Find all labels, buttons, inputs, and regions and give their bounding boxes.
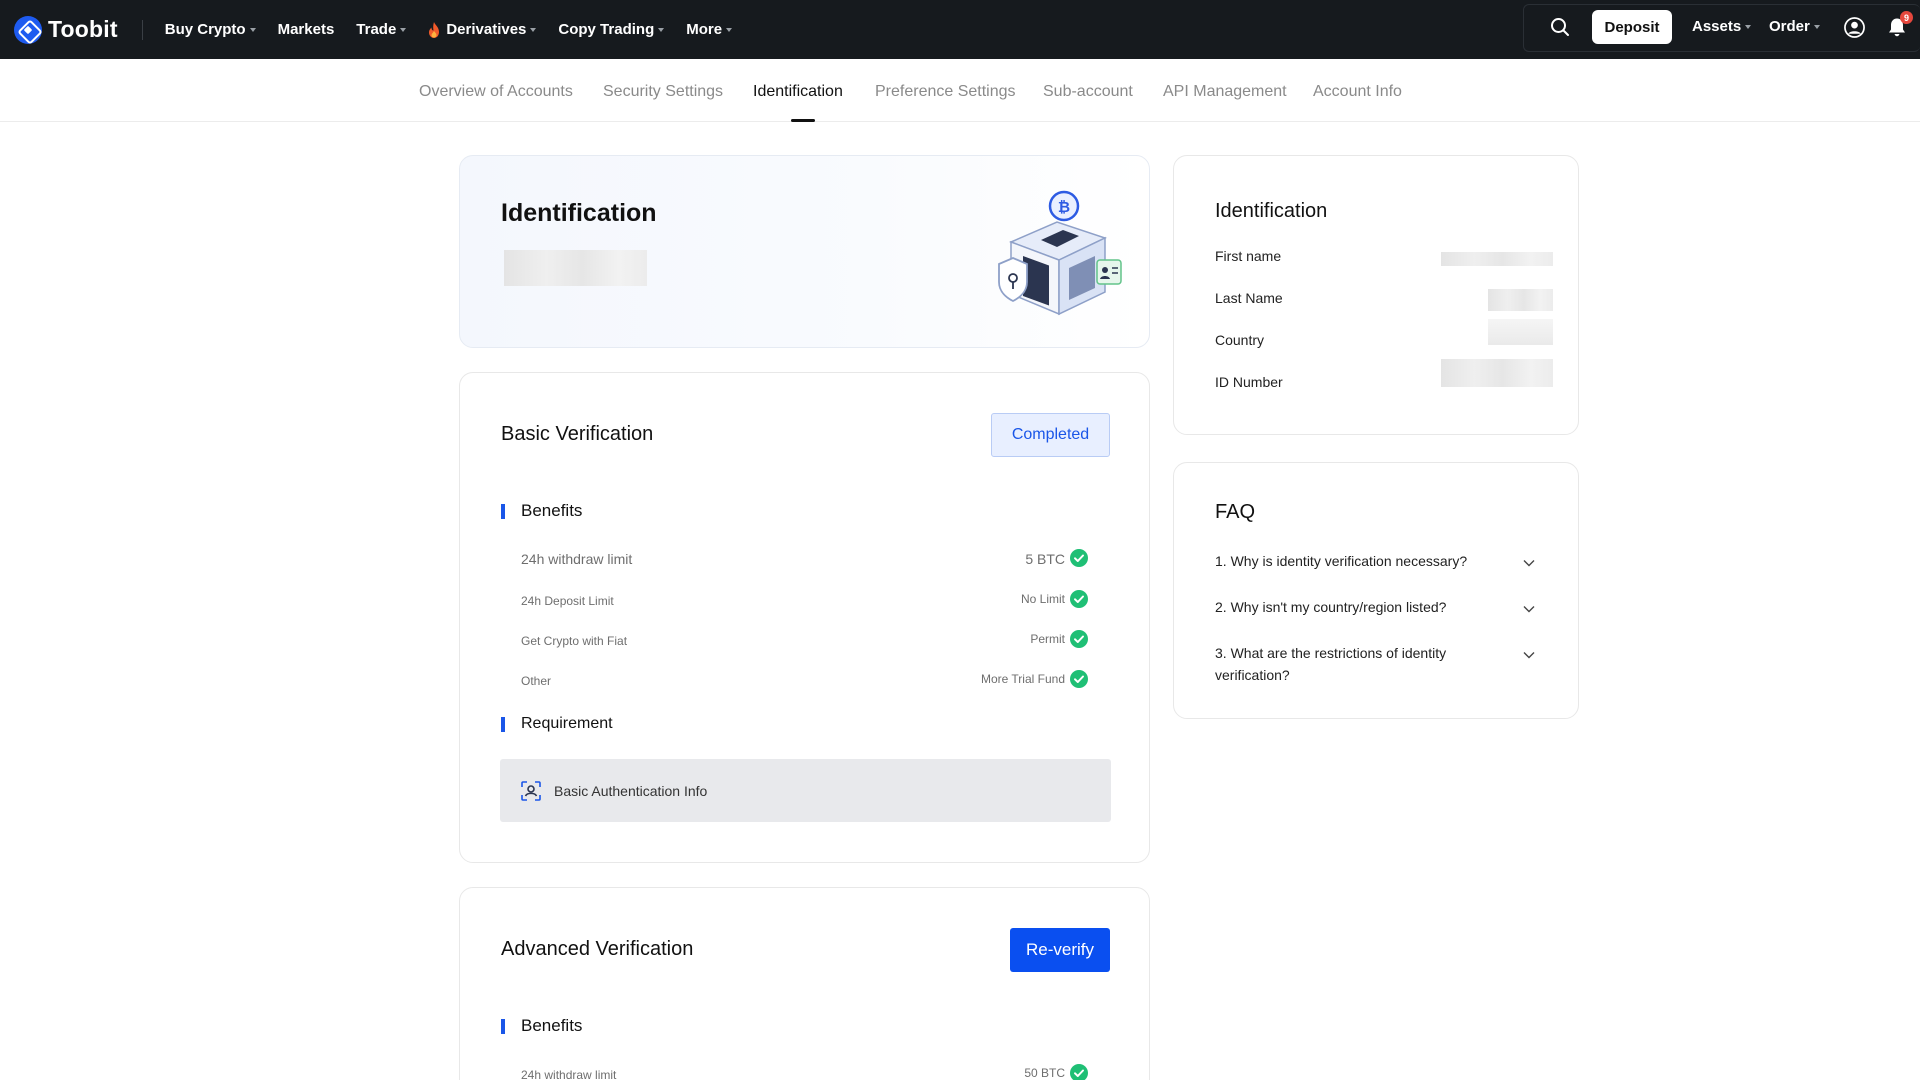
face-scan-icon: [521, 780, 541, 801]
benefit-label: 24h withdraw limit: [521, 1068, 617, 1080]
section-marker: [501, 503, 505, 519]
tab-account-info[interactable]: Account Info: [1313, 83, 1402, 101]
identification-hero-card: Identification ₿: [459, 155, 1150, 348]
fire-icon: [429, 21, 440, 38]
verification-box-illustration: ₿: [998, 190, 1122, 316]
re-verify-button[interactable]: Re-verify: [1010, 928, 1110, 972]
main-menu: Buy Crypto Markets Trade Derivatives Cop…: [165, 21, 754, 38]
chevron-down-icon[interactable]: [1523, 559, 1535, 567]
search-icon[interactable]: [1548, 15, 1572, 39]
tab-sub-account[interactable]: Sub-account: [1043, 83, 1133, 101]
requirement-item: Basic Authentication Info: [500, 759, 1111, 822]
caret-down-icon: [726, 27, 733, 32]
benefit-label: 24h Deposit Limit: [521, 594, 614, 608]
caret-down-icon: [1745, 24, 1752, 29]
basic-verification-title: Basic Verification: [501, 423, 654, 445]
id-number-label: ID Number: [1215, 374, 1283, 390]
faq-question[interactable]: 3. What are the restrictions of identity…: [1215, 642, 1505, 686]
caret-down-icon: [658, 27, 665, 32]
top-navigation-bar: Toobit Buy Crypto Markets Trade Derivati…: [0, 0, 1920, 59]
requirement-label: Requirement: [521, 715, 613, 732]
redacted-first-name: [1441, 252, 1553, 266]
faq-question[interactable]: 1. Why is identity verification necessar…: [1215, 550, 1505, 572]
benefit-label: 24h withdraw limit: [521, 551, 633, 567]
caret-down-icon: [400, 27, 407, 32]
active-tab-indicator: [791, 119, 815, 122]
benefit-value: 5 BTC: [1025, 551, 1065, 567]
benefit-label: Get Crypto with Fiat: [521, 634, 628, 648]
basic-verification-card: Basic Verification Completed Benefits 24…: [459, 372, 1150, 863]
advanced-verification-card: Advanced Verification Re-verify Benefits…: [459, 887, 1150, 1080]
benefits-heading: Benefits: [501, 501, 582, 521]
check-circle-icon: [1070, 1064, 1088, 1080]
section-marker: [501, 716, 505, 732]
nav-markets[interactable]: Markets: [278, 21, 335, 38]
benefits-label: Benefits: [521, 1016, 583, 1035]
nav-order-label: Order: [1769, 18, 1810, 35]
check-circle-icon: [1070, 670, 1088, 688]
identification-info-card: Identification First name Last Name Coun…: [1173, 155, 1579, 435]
benefits-label: Benefits: [521, 501, 583, 520]
requirement-heading: Requirement: [501, 715, 613, 733]
nav-more-label: More: [686, 21, 723, 38]
benefit-value: No Limit: [1020, 592, 1065, 606]
nav-derivatives-label: Derivatives: [446, 21, 527, 38]
nav-buy-crypto-label: Buy Crypto: [164, 21, 246, 38]
tab-preference-settings[interactable]: Preference Settings: [875, 83, 1016, 101]
brand-logo[interactable]: Toobit: [14, 15, 118, 44]
redacted-country: [1488, 319, 1553, 345]
benefit-value: More Trial Fund: [980, 672, 1065, 686]
info-title: Identification: [1215, 200, 1328, 222]
caret-down-icon: [249, 27, 256, 32]
notification-count-badge: 9: [1900, 11, 1913, 24]
caret-down-icon: [530, 27, 537, 32]
nav-trade[interactable]: Trade: [356, 21, 407, 38]
redacted-last-name: [1488, 289, 1553, 311]
requirement-text: Basic Authentication Info: [554, 782, 708, 799]
hero-title: Identification: [501, 199, 657, 227]
first-name-label: First name: [1215, 248, 1282, 264]
faq-title: FAQ: [1215, 501, 1256, 523]
nav-assets[interactable]: Assets: [1692, 18, 1752, 35]
country-label: Country: [1215, 332, 1265, 348]
tab-api-management[interactable]: API Management: [1163, 83, 1287, 101]
redacted-user-name: [504, 250, 647, 286]
nav-order[interactable]: Order: [1769, 18, 1820, 35]
benefit-label: Other: [521, 674, 552, 688]
section-marker: [501, 1018, 505, 1034]
brand-name: Toobit: [48, 16, 118, 42]
svg-text:₿: ₿: [1058, 198, 1070, 216]
nav-derivatives[interactable]: Derivatives: [428, 21, 537, 38]
faq-question[interactable]: 2. Why isn't my country/region listed?: [1215, 596, 1505, 618]
user-avatar-icon[interactable]: [1844, 17, 1865, 38]
check-circle-icon: [1070, 549, 1088, 567]
faq-card: FAQ 1. Why is identity verification nece…: [1173, 462, 1579, 719]
toobit-logo-icon: [14, 15, 42, 44]
chevron-down-icon[interactable]: [1523, 605, 1535, 613]
deposit-button[interactable]: Deposit: [1592, 10, 1672, 44]
tab-overview-of-accounts[interactable]: Overview of Accounts: [419, 83, 573, 101]
nav-more[interactable]: More: [686, 21, 733, 38]
nav-markets-label: Markets: [277, 21, 335, 38]
nav-buy-crypto[interactable]: Buy Crypto: [165, 21, 256, 38]
nav-copy-trading-label: Copy Trading: [558, 21, 655, 38]
benefit-value: Permit: [1030, 632, 1065, 646]
redacted-id-number: [1441, 359, 1553, 387]
tab-identification[interactable]: Identification: [753, 83, 843, 101]
check-circle-icon: [1070, 590, 1088, 608]
chevron-down-icon[interactable]: [1523, 651, 1535, 659]
tab-security-settings[interactable]: Security Settings: [603, 83, 723, 101]
last-name-label: Last Name: [1215, 290, 1283, 306]
caret-down-icon: [1813, 24, 1820, 29]
benefits-heading: Benefits: [501, 1016, 582, 1036]
benefit-value: 50 BTC: [1024, 1066, 1065, 1080]
advanced-verification-title: Advanced Verification: [501, 938, 694, 960]
completed-status-badge: Completed: [991, 413, 1110, 457]
nav-divider: [141, 19, 143, 40]
nav-copy-trading[interactable]: Copy Trading: [558, 21, 665, 38]
check-circle-icon: [1070, 630, 1088, 648]
account-tabs: Overview of Accounts Security Settings I…: [0, 59, 1920, 122]
nav-trade-label: Trade: [356, 21, 397, 38]
nav-assets-label: Assets: [1692, 18, 1742, 35]
